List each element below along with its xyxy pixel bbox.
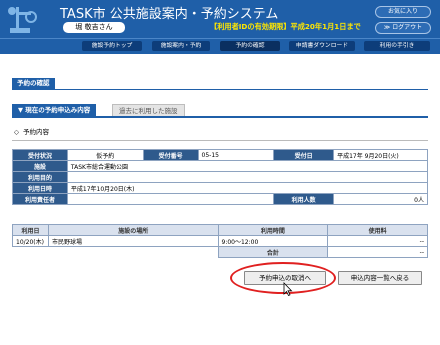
table-row: 利用日時 平成17年10月20日(木)	[12, 182, 429, 194]
table-header-row: 利用日 施設の場所 利用時間 使用料	[12, 224, 428, 236]
table-row: 合計 --	[13, 246, 428, 258]
table-row: 受付状況 仮予約 受付番号 05-15 受付日 平成17年 9月20日(火)	[12, 149, 428, 161]
column-header: 利用日	[12, 224, 49, 236]
blank-cell	[13, 247, 219, 258]
favorites-button[interactable]: お気に入り	[375, 6, 431, 18]
nav-item-facility-guide[interactable]: 施設案内・予約	[152, 41, 210, 51]
page-title-bar: 予約の確認	[12, 78, 428, 90]
responsible-value	[66, 193, 275, 205]
people-label: 利用人数	[273, 193, 335, 205]
user-name-badge: 堀 敬吉さん	[63, 22, 125, 33]
usedate-value: 平成17年10月20日(木)	[66, 182, 429, 194]
site-title: TASK市 公共施設案内・予約システム	[60, 7, 279, 22]
main-nav: 施設予約トップ 施設案内・予約 予約の確認 申請書ダウンロード 利用の手引き	[0, 38, 440, 52]
tab-past-facilities[interactable]: 過去に利用した施設	[112, 104, 185, 116]
subsection-label: 予約内容	[23, 128, 49, 136]
date-label: 受付日	[273, 149, 335, 161]
tab-current-reservations[interactable]: ▼ 現在の予約申込み内容	[12, 104, 97, 116]
table-row: 利用目的	[12, 171, 429, 183]
date-value: 平成17年 9月20日(火)	[333, 149, 428, 161]
column-header: 利用時間	[217, 224, 329, 236]
nav-underline	[0, 52, 440, 54]
table-row: 施設 TASK市総合運動公園	[12, 160, 429, 172]
total-value: --	[327, 246, 428, 258]
people-value: 0人	[333, 193, 428, 205]
subsection-heading: ◇ 予約内容	[14, 126, 49, 136]
usage-fee: --	[327, 235, 428, 247]
diamond-icon: ◇	[14, 128, 19, 136]
column-header: 使用料	[327, 224, 428, 236]
usage-date: 10/20(木)	[12, 235, 49, 247]
reservation-detail-table: 受付状況 仮予約 受付番号 05-15 受付日 平成17年 9月20日(火) 施…	[12, 149, 429, 205]
number-value: 05-15	[197, 149, 275, 161]
nav-item-download[interactable]: 申請書ダウンロード	[289, 41, 355, 51]
page-title: 予約の確認	[12, 78, 55, 89]
responsible-label: 利用責任者	[12, 193, 68, 205]
header-bar: TASK市 公共施設案内・予約システム 堀 敬吉さん 【利用者IDの有効期限】平…	[0, 0, 440, 38]
back-to-list-button[interactable]: 申込内容一覧へ戻る	[338, 271, 422, 285]
usedate-label: 利用日時	[12, 182, 68, 194]
pointer-cursor-icon	[283, 282, 293, 296]
id-expiry-notice: 【利用者IDの有効期限】平成20年1月1日まで	[210, 22, 361, 31]
facility-label: 施設	[12, 160, 68, 172]
nav-item-reservation-top[interactable]: 施設予約トップ	[82, 41, 142, 51]
table-row: 利用責任者 利用人数 0人	[12, 193, 428, 205]
number-label: 受付番号	[142, 149, 199, 161]
nav-item-reservation-check[interactable]: 予約の確認	[220, 41, 280, 51]
table-row: 10/20(木) 市民野球場 9:00～12:00 --	[12, 235, 428, 247]
purpose-label: 利用目的	[12, 171, 68, 183]
column-header: 施設の場所	[47, 224, 219, 236]
mascot-logo-icon	[8, 7, 37, 33]
status-value: 仮予約	[66, 149, 144, 161]
reservation-tabs: ▼ 現在の予約申込み内容 過去に利用した施設	[12, 104, 428, 118]
facility-value: TASK市総合運動公園	[66, 160, 429, 172]
status-label: 受付状況	[12, 149, 68, 161]
usage-table: 利用日 施設の場所 利用時間 使用料 10/20(木) 市民野球場 9:00～1…	[12, 224, 428, 258]
usage-place: 市民野球場	[47, 235, 219, 247]
purpose-value	[66, 171, 429, 183]
usage-time: 9:00～12:00	[217, 235, 329, 247]
divider	[12, 140, 428, 141]
nav-item-guide[interactable]: 利用の手引き	[364, 41, 430, 51]
total-label: 合計	[217, 246, 329, 258]
logout-button[interactable]: ≫ ログアウト	[375, 22, 431, 34]
